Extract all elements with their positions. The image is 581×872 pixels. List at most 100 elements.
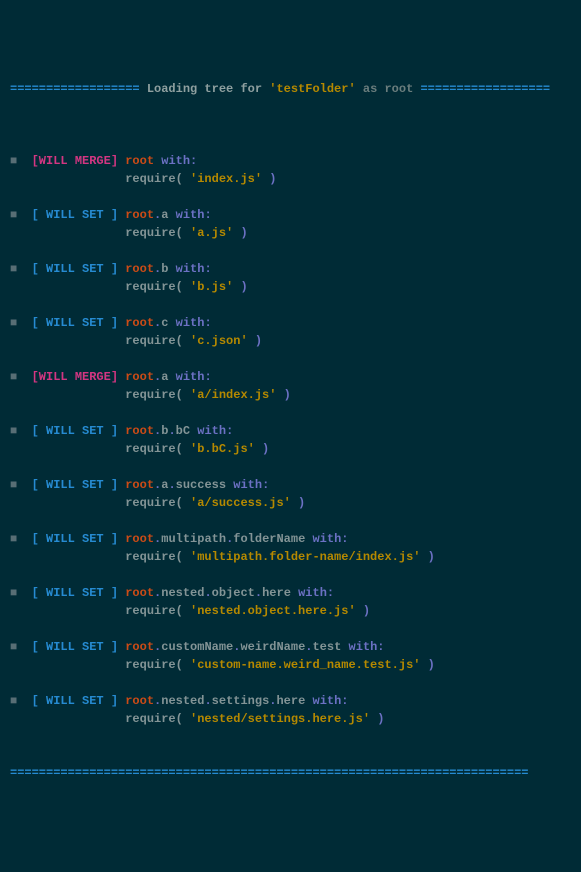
bullet-icon: ■ xyxy=(10,532,17,546)
root-keyword: root xyxy=(125,694,154,708)
log-line-path: ■ [WILL MERGE] root.a with: xyxy=(10,368,571,386)
action-tag: [ WILL SET ] xyxy=(32,532,118,546)
require-keyword: require( xyxy=(125,712,190,726)
action-tag: [ WILL SET ] xyxy=(32,586,118,600)
bullet-icon: ■ xyxy=(10,478,17,492)
log-line-require: require( 'b.js' ) xyxy=(10,278,571,296)
require-keyword: require( xyxy=(125,280,190,294)
require-file: 'a/success.js' xyxy=(190,496,291,510)
require-file: 'nested.object.here.js' xyxy=(190,604,356,618)
log-line-require: require( 'a/success.js' ) xyxy=(10,494,571,512)
action-tag: [ WILL SET ] xyxy=(32,316,118,330)
path-segment: nested xyxy=(161,694,204,708)
with-keyword: with: xyxy=(226,478,269,492)
log-line-require: require( 'b.bC.js' ) xyxy=(10,440,571,458)
bullet-icon: ■ xyxy=(10,316,17,330)
action-tag: [WILL MERGE] xyxy=(32,370,118,384)
require-keyword: require( xyxy=(125,226,190,240)
path-segment: test xyxy=(312,640,341,654)
log-line-path: ■ [ WILL SET ] root.b with: xyxy=(10,260,571,278)
require-keyword: require( xyxy=(125,172,190,186)
log-line-require: require( 'nested/settings.here.js' ) xyxy=(10,710,571,728)
path-segment: bC xyxy=(176,424,190,438)
path-segment: weirdName xyxy=(240,640,305,654)
require-keyword: require( xyxy=(125,604,190,618)
require-file: 'c.json' xyxy=(190,334,248,348)
require-keyword: require( xyxy=(125,442,190,456)
path-segment: settings xyxy=(212,694,270,708)
with-keyword: with: xyxy=(168,370,211,384)
action-tag: [ WILL SET ] xyxy=(32,424,118,438)
require-file: 'index.js' xyxy=(190,172,262,186)
require-keyword: require( xyxy=(125,388,190,402)
bullet-icon: ■ xyxy=(10,640,17,654)
with-keyword: with: xyxy=(190,424,233,438)
require-file: 'a.js' xyxy=(190,226,233,240)
path-segment: success xyxy=(176,478,226,492)
log-line-path: ■ [ WILL SET ] root.nested.settings.here… xyxy=(10,692,571,710)
bullet-icon: ■ xyxy=(10,694,17,708)
log-line-path: ■ [ WILL SET ] root.a.success with: xyxy=(10,476,571,494)
require-keyword: require( xyxy=(125,334,190,348)
log-line-path: ■ [ WILL SET ] root.multipath.folderName… xyxy=(10,530,571,548)
with-keyword: with: xyxy=(154,154,197,168)
action-tag: [ WILL SET ] xyxy=(32,640,118,654)
footer-rule: ========================================… xyxy=(10,764,571,782)
path-segment: multipath xyxy=(161,532,226,546)
with-keyword: with: xyxy=(168,262,211,276)
action-tag: [ WILL SET ] xyxy=(32,478,118,492)
root-keyword: root xyxy=(125,208,154,222)
log-line-path: ■ [ WILL SET ] root.c with: xyxy=(10,314,571,332)
require-file: 'custom-name.weird_name.test.js' xyxy=(190,658,420,672)
root-keyword: root xyxy=(125,370,154,384)
log-line-path: ■ [ WILL SET ] root.customName.weirdName… xyxy=(10,638,571,656)
log-line-require: require( 'nested.object.here.js' ) xyxy=(10,602,571,620)
with-keyword: with: xyxy=(168,316,211,330)
require-file: 'nested/settings.here.js' xyxy=(190,712,370,726)
bullet-icon: ■ xyxy=(10,424,17,438)
bullet-icon: ■ xyxy=(10,154,17,168)
root-keyword: root xyxy=(125,532,154,546)
bullet-icon: ■ xyxy=(10,370,17,384)
require-keyword: require( xyxy=(125,658,190,672)
path-segment: nested xyxy=(161,586,204,600)
path-segment: here xyxy=(276,694,305,708)
with-keyword: with: xyxy=(291,586,334,600)
root-keyword: root xyxy=(125,154,154,168)
path-segment: customName xyxy=(161,640,233,654)
with-keyword: with: xyxy=(305,532,348,546)
log-line-require: require( 'multipath.folder-name/index.js… xyxy=(10,548,571,566)
root-keyword: root xyxy=(125,424,154,438)
bullet-icon: ■ xyxy=(10,262,17,276)
log-entries: ■ [WILL MERGE] root with: require( 'inde… xyxy=(10,152,571,746)
action-tag: [WILL MERGE] xyxy=(32,154,118,168)
path-segment: folderName xyxy=(233,532,305,546)
require-file: 'multipath.folder-name/index.js' xyxy=(190,550,420,564)
log-line-require: require( 'c.json' ) xyxy=(10,332,571,350)
log-line-path: ■ [ WILL SET ] root.a with: xyxy=(10,206,571,224)
log-line-require: require( 'a/index.js' ) xyxy=(10,386,571,404)
with-keyword: with: xyxy=(168,208,211,222)
require-file: 'b.bC.js' xyxy=(190,442,255,456)
log-line-path: ■ [ WILL SET ] root.b.bC with: xyxy=(10,422,571,440)
root-keyword: root xyxy=(125,586,154,600)
path-segment: here xyxy=(262,586,291,600)
header-rule: ================== Loading tree for 'tes… xyxy=(10,80,571,98)
log-line-path: ■ [ WILL SET ] root.nested.object.here w… xyxy=(10,584,571,602)
root-keyword: root xyxy=(125,262,154,276)
action-tag: [ WILL SET ] xyxy=(32,694,118,708)
require-keyword: require( xyxy=(125,496,190,510)
log-line-require: require( 'index.js' ) xyxy=(10,170,571,188)
action-tag: [ WILL SET ] xyxy=(32,262,118,276)
root-keyword: root xyxy=(125,640,154,654)
root-keyword: root xyxy=(125,478,154,492)
log-line-require: require( 'a.js' ) xyxy=(10,224,571,242)
path-segment: object xyxy=(212,586,255,600)
log-line-path: ■ [WILL MERGE] root with: xyxy=(10,152,571,170)
require-keyword: require( xyxy=(125,550,190,564)
require-file: 'a/index.js' xyxy=(190,388,276,402)
bullet-icon: ■ xyxy=(10,586,17,600)
action-tag: [ WILL SET ] xyxy=(32,208,118,222)
bullet-icon: ■ xyxy=(10,208,17,222)
log-line-require: require( 'custom-name.weird_name.test.js… xyxy=(10,656,571,674)
